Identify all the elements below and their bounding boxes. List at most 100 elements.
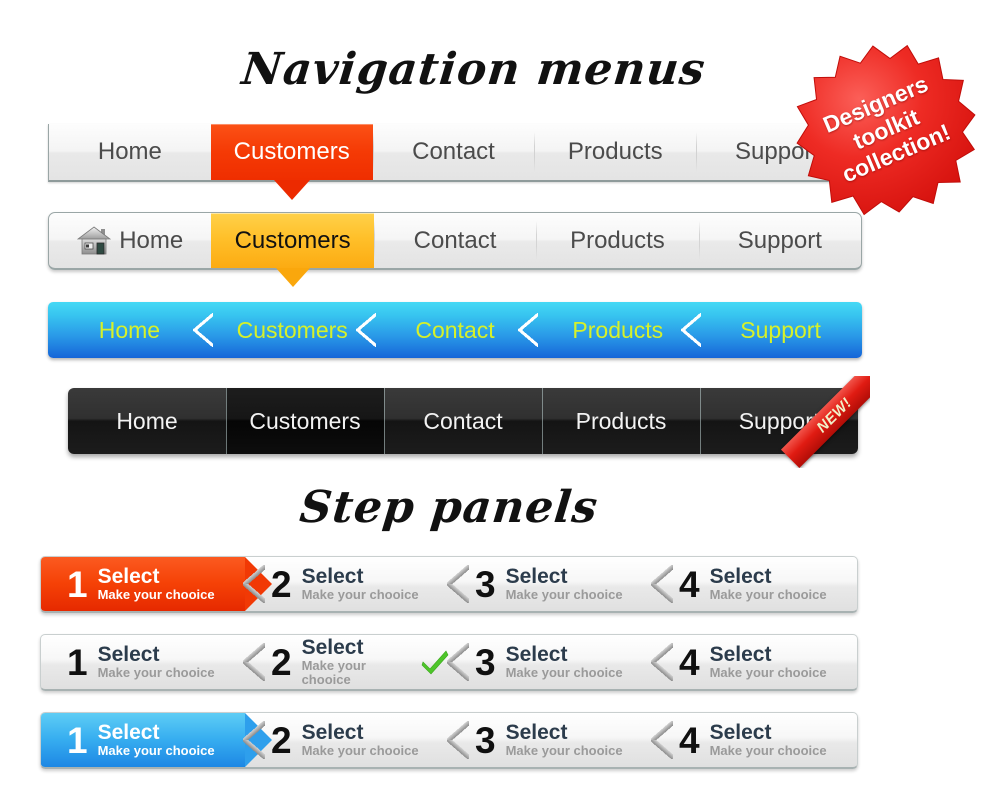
step-label: Select <box>97 565 160 589</box>
step-sublabel: Make your chooice <box>301 658 366 688</box>
step-item-2[interactable]: 2 Select Make your chooice <box>243 635 449 689</box>
step-item-3[interactable]: 3 Select Make your chooice <box>447 557 653 611</box>
step-number: 4 <box>679 719 700 761</box>
step-text: Select Make your chooice <box>506 566 623 602</box>
nav-item-support[interactable]: Support <box>681 302 862 358</box>
step-sublabel: Make your chooice <box>97 587 215 603</box>
nav-item-customers[interactable]: Customers <box>226 388 384 454</box>
step-label: Select <box>505 643 568 667</box>
nav-item-products[interactable]: Products <box>542 388 700 454</box>
nav-item-contact[interactable]: Contact <box>384 388 542 454</box>
step-number: 2 <box>271 641 292 683</box>
step-sublabel: Make your chooice <box>301 587 419 603</box>
navigation-bar-light-red: Home Customers Contact Products Support <box>48 124 858 200</box>
step-item-4[interactable]: 4 Select Make your chooice <box>651 557 857 611</box>
nav-item-contact[interactable]: Contact <box>355 302 537 358</box>
step-label: Select <box>97 721 160 745</box>
nav-item-contact[interactable]: Contact <box>373 213 536 268</box>
navigation-bar-dark: Home Customers Contact Products Support … <box>68 376 870 468</box>
checkmark-icon <box>421 650 449 675</box>
nav-item-label: Support <box>738 407 820 434</box>
step-number: 2 <box>271 719 292 761</box>
nav-item-label: Contact <box>413 226 497 254</box>
step-item-4[interactable]: 4 Select Make your chooice <box>651 713 857 767</box>
nav-item-label: Products <box>572 316 664 343</box>
nav-item-customers[interactable]: Customers <box>210 124 373 200</box>
step-sublabel: Make your chooice <box>505 665 623 681</box>
nav-item-home[interactable]: Home <box>48 302 211 358</box>
nav-item-label: Contact <box>412 138 495 165</box>
step-text: Select Make your chooice <box>98 644 215 680</box>
step-number: 3 <box>475 563 496 605</box>
nav-item-label: Customers <box>234 226 351 254</box>
nav-item-home[interactable]: Home <box>49 124 211 180</box>
nav-item-customers[interactable]: Customers <box>192 302 374 358</box>
step-text: Select Make your chooice <box>506 722 623 758</box>
step-item-3[interactable]: 3 Select Make your chooice <box>447 635 653 689</box>
step-text: Select Make your chooice <box>710 722 827 758</box>
step-text: Select Make your chooice <box>710 644 827 680</box>
nav-item-products[interactable]: Products <box>518 302 699 358</box>
step-label: Select <box>301 565 364 589</box>
step-panel-blue: 1 Select Make your chooice 2 Select Make… <box>40 712 858 769</box>
step-sublabel: Make your chooice <box>505 587 623 603</box>
step-number: 4 <box>679 563 700 605</box>
step-text: Select Make your chooice <box>710 566 827 602</box>
navigation-bar-blue-arrows: Home Customers Contact Products Support <box>48 302 862 358</box>
step-sublabel: Make your chooice <box>709 743 827 759</box>
step-number: 1 <box>67 719 88 761</box>
step-label: Select <box>709 643 772 667</box>
step-number: 3 <box>475 641 496 683</box>
step-label: Select <box>301 636 364 660</box>
step-panel-red: 1 Select Make your chooice 2 Select Make… <box>40 556 858 613</box>
step-item-4[interactable]: 4 Select Make your chooice <box>651 635 857 689</box>
step-text: Select Make your chooice <box>301 636 411 688</box>
step-number: 1 <box>67 641 88 683</box>
step-sublabel: Make your chooice <box>709 665 827 681</box>
step-text: Select Make your chooice <box>506 644 623 680</box>
step-label: Select <box>301 721 364 745</box>
nav-item-label: Products <box>575 407 667 434</box>
step-sublabel: Make your chooice <box>709 587 827 603</box>
nav-item-label: Home <box>97 138 162 165</box>
page-title-navigation-menus: Navigation menus <box>239 44 708 95</box>
nav-item-label: Customers <box>236 316 348 343</box>
nav-item-label: Contact <box>423 407 503 434</box>
step-item-2[interactable]: 2 Select Make your chooice <box>243 713 449 767</box>
step-text: Select Make your chooice <box>302 566 419 602</box>
nav-item-products[interactable]: Products <box>534 124 696 180</box>
step-number: 3 <box>475 719 496 761</box>
step-text: Select Make your chooice <box>98 722 215 758</box>
designers-toolkit-badge: Designers toolkit collection! <box>783 30 990 228</box>
starburst-shape <box>796 44 976 216</box>
step-label: Select <box>97 643 160 667</box>
nav-item-label: Products <box>570 226 665 254</box>
step-number: 1 <box>67 563 88 605</box>
nav-item-label: Products <box>567 138 663 165</box>
nav-item-products[interactable]: Products <box>536 213 698 268</box>
step-number: 4 <box>679 641 700 683</box>
nav-item-label: Support <box>737 226 822 254</box>
step-sublabel: Make your chooice <box>97 743 215 759</box>
step-item-1[interactable]: 1 Select Make your chooice <box>41 713 272 767</box>
nav-item-label: Contact <box>415 316 495 343</box>
nav-item-home[interactable]: Home <box>49 213 211 268</box>
step-sublabel: Make your chooice <box>505 743 623 759</box>
step-number: 2 <box>271 563 292 605</box>
step-item-3[interactable]: 3 Select Make your chooice <box>447 713 653 767</box>
step-panel-plain: 1 Select Make your chooice 2 Select Make… <box>40 634 858 691</box>
page-title-step-panels: Step panels <box>297 482 601 533</box>
nav-item-contact[interactable]: Contact <box>372 124 535 180</box>
home-icon <box>77 226 112 254</box>
step-sublabel: Make your chooice <box>301 743 419 759</box>
nav-item-label: Customers <box>249 407 361 434</box>
nav-item-label: Home <box>119 226 184 254</box>
nav-item-support[interactable]: Support <box>700 388 858 454</box>
step-item-1[interactable]: 1 Select Make your chooice <box>41 557 272 611</box>
nav-item-label: Customers <box>233 138 350 165</box>
step-item-1[interactable]: 1 Select Make your chooice <box>41 635 245 689</box>
nav-item-home[interactable]: Home <box>68 388 226 454</box>
nav-item-customers[interactable]: Customers <box>211 213 374 287</box>
step-item-2[interactable]: 2 Select Make your chooice <box>243 557 449 611</box>
nav-item-label: Home <box>98 316 161 343</box>
